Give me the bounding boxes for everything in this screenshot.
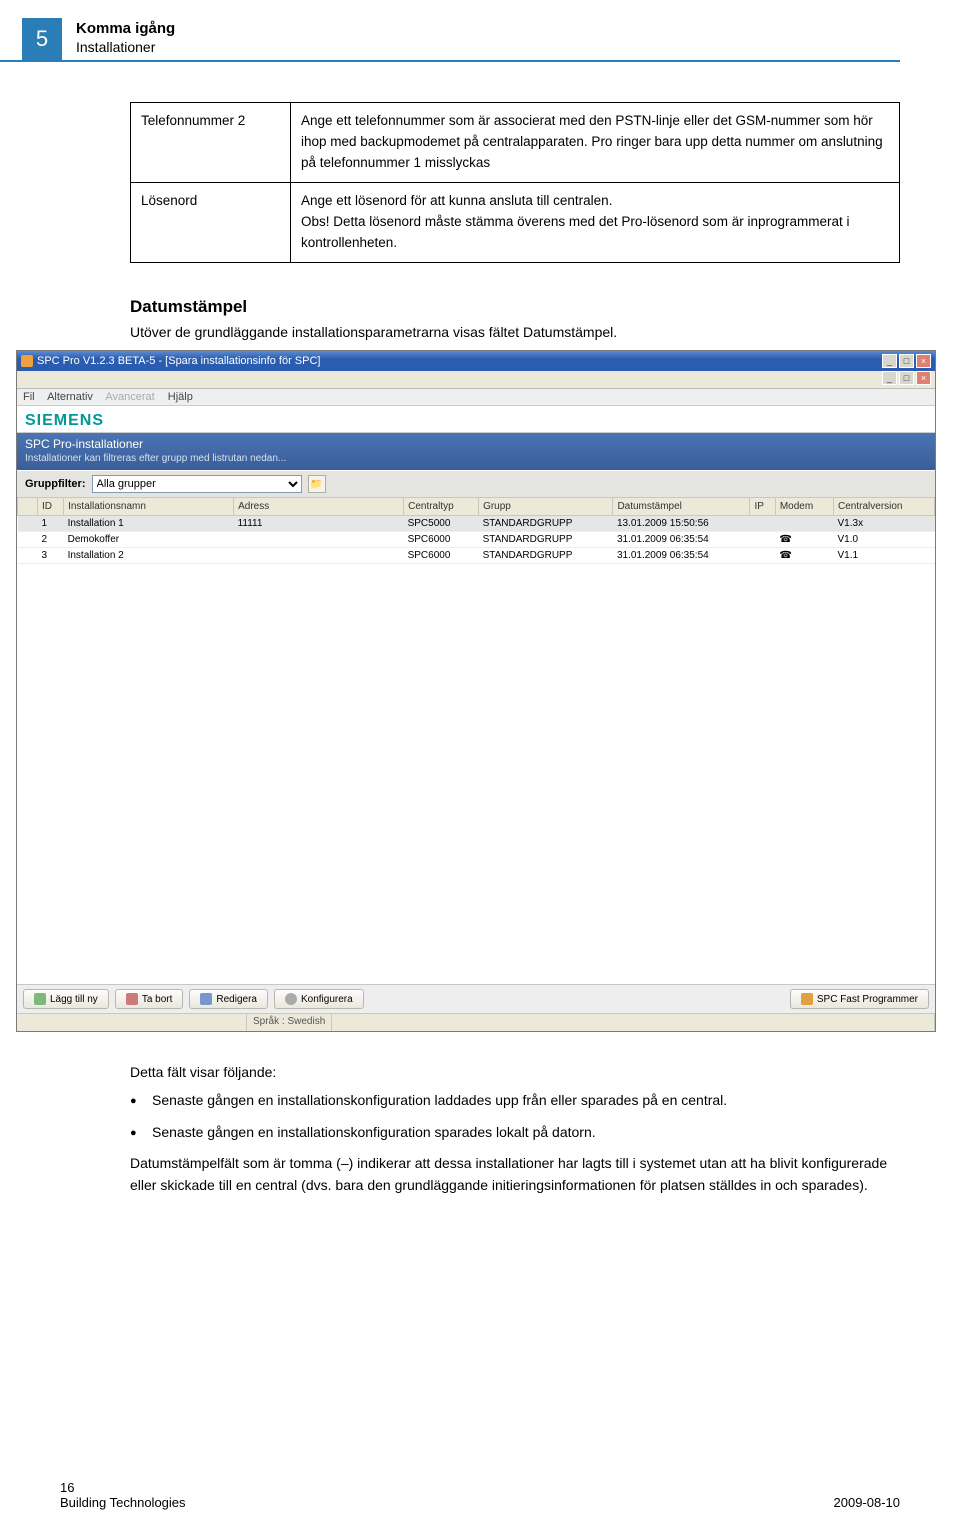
page-footer: 16 Building Technologies 2009-08-10 xyxy=(0,1480,960,1510)
blue-header-subtitle: Installationer kan filtreras efter grupp… xyxy=(25,453,927,464)
def-text: Ange ett lösenord för att kunna ansluta … xyxy=(291,182,900,262)
list-item: Senaste gången en installationskonfigura… xyxy=(130,1090,900,1112)
blue-header-title: SPC Pro-installationer xyxy=(25,437,927,451)
mdi-maximize-button[interactable]: □ xyxy=(899,371,914,385)
status-bar: Språk : Swedish xyxy=(17,1013,935,1031)
mdi-minimize-button[interactable]: _ xyxy=(882,371,897,385)
mdi-close-button[interactable]: × xyxy=(916,371,931,385)
filter-bar: Gruppfilter: Alla grupper 📁 xyxy=(17,470,935,497)
bottom-toolbar: Lägg till ny Ta bort Redigera Konfigurer… xyxy=(17,984,935,1013)
menu-avancerat[interactable]: Avancerat xyxy=(105,391,154,403)
minimize-button[interactable]: _ xyxy=(882,354,897,368)
delete-button[interactable]: Ta bort xyxy=(115,989,184,1009)
list-item: Senaste gången en installationskonfigura… xyxy=(130,1122,900,1144)
footer-date: 2009-08-10 xyxy=(834,1495,901,1510)
app-screenshot: SPC Pro V1.2.3 BETA-5 - [Spara installat… xyxy=(16,350,936,1032)
add-button[interactable]: Lägg till ny xyxy=(23,989,109,1009)
menubar: Fil Alternativ Avancerat Hjälp xyxy=(17,389,935,406)
edit-icon xyxy=(200,993,212,1005)
group-filter-select[interactable]: Alla grupper xyxy=(92,475,302,493)
table-row: Telefonnummer 2 Ange ett telefonnummer s… xyxy=(131,103,900,183)
section-intro: Utöver de grundläggande installationspar… xyxy=(130,323,900,343)
def-label: Lösenord xyxy=(131,182,291,262)
post-lead: Detta fält visar följande: xyxy=(130,1062,900,1084)
siemens-logo: SIEMENS xyxy=(25,412,104,429)
status-language: Språk : Swedish xyxy=(247,1014,332,1031)
col-ctype[interactable]: Centraltyp xyxy=(404,498,479,516)
table-row[interactable]: 1 Installation 1 11111 SPC5000 STANDARDG… xyxy=(18,516,935,532)
app-icon xyxy=(21,355,33,367)
grid-empty-space xyxy=(17,564,935,984)
configure-button[interactable]: Konfigurera xyxy=(274,989,364,1009)
table-row[interactable]: 3 Installation 2 SPC6000 STANDARDGRUPP 3… xyxy=(18,548,935,564)
chapter-number: 5 xyxy=(22,18,62,60)
col-modem[interactable]: Modem xyxy=(775,498,833,516)
blue-header: SPC Pro-installationer Installationer ka… xyxy=(17,433,935,470)
post-para: Datumstämpelfält som är tomma (–) indike… xyxy=(130,1153,900,1196)
fast-icon xyxy=(801,993,813,1005)
menu-fil[interactable]: Fil xyxy=(23,391,35,403)
fast-programmer-button[interactable]: SPC Fast Programmer xyxy=(790,989,929,1009)
close-button[interactable]: × xyxy=(916,354,931,368)
col-ip[interactable]: IP xyxy=(750,498,775,516)
filter-label: Gruppfilter: xyxy=(25,478,86,490)
table-row: Lösenord Ange ett lösenord för att kunna… xyxy=(131,182,900,262)
delete-icon xyxy=(126,993,138,1005)
add-icon xyxy=(34,993,46,1005)
col-addr[interactable]: Adress xyxy=(234,498,404,516)
menu-hjalp[interactable]: Hjälp xyxy=(168,391,193,403)
gear-icon xyxy=(285,993,297,1005)
installations-grid[interactable]: ID Installationsnamn Adress Centraltyp G… xyxy=(17,497,935,564)
folder-icon: 📁 xyxy=(310,479,322,490)
chapter-subtitle: Installationer xyxy=(76,39,175,55)
edit-button[interactable]: Redigera xyxy=(189,989,268,1009)
filter-refresh-button[interactable]: 📁 xyxy=(308,475,326,493)
brand-bar: SIEMENS xyxy=(17,406,935,433)
maximize-button[interactable]: □ xyxy=(899,354,914,368)
chapter-title: Komma igång xyxy=(76,20,175,37)
section-heading: Datumstämpel xyxy=(130,297,900,317)
table-row[interactable]: 2 Demokoffer SPC6000 STANDARDGRUPP 31.01… xyxy=(18,532,935,548)
page-number: 16 xyxy=(60,1480,186,1495)
def-label: Telefonnummer 2 xyxy=(131,103,291,183)
footer-org: Building Technologies xyxy=(60,1495,186,1510)
window-titlebar: SPC Pro V1.2.3 BETA-5 - [Spara installat… xyxy=(17,351,935,371)
page-header: 5 Komma igång Installationer xyxy=(0,0,900,62)
col-date[interactable]: Datumstämpel xyxy=(613,498,750,516)
col-grp[interactable]: Grupp xyxy=(479,498,613,516)
col-ver[interactable]: Centralversion xyxy=(834,498,935,516)
menu-alternativ[interactable]: Alternativ xyxy=(47,391,93,403)
definition-table: Telefonnummer 2 Ange ett telefonnummer s… xyxy=(130,102,900,263)
table-row: ID Installationsnamn Adress Centraltyp G… xyxy=(18,498,935,516)
window-title: SPC Pro V1.2.3 BETA-5 - [Spara installat… xyxy=(37,355,320,367)
col-id[interactable]: ID xyxy=(38,498,64,516)
col-inst[interactable]: Installationsnamn xyxy=(64,498,234,516)
def-text: Ange ett telefonnummer som är associerat… xyxy=(291,103,900,183)
